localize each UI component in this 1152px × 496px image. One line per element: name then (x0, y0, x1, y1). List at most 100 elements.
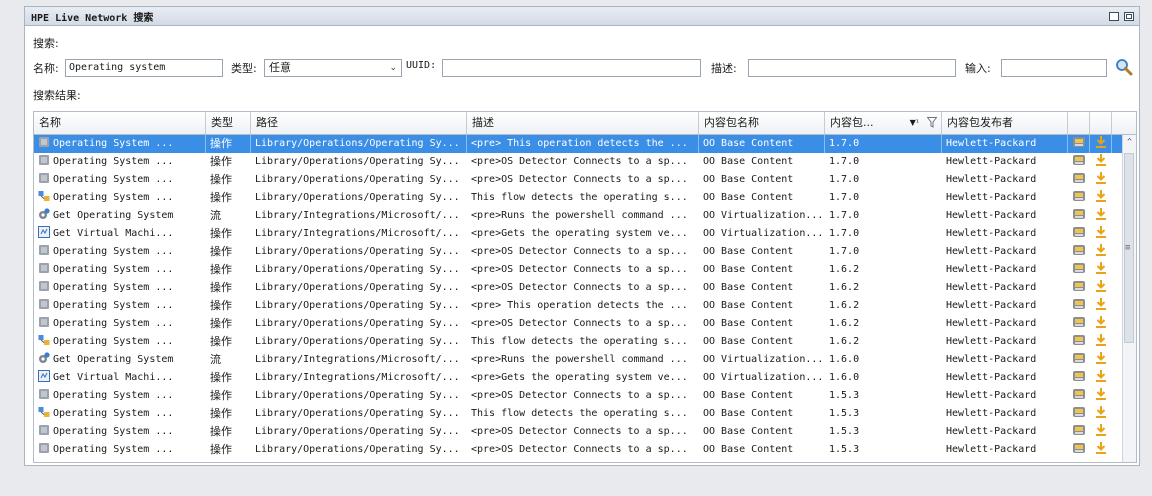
column-header-publisher[interactable]: 内容包发布者 (942, 112, 1068, 134)
download-icon[interactable] (1094, 243, 1108, 257)
cell-name: Operating System ... (34, 153, 206, 171)
content-pack-icon[interactable] (1072, 405, 1086, 419)
table-row[interactable]: Get Operating System 流 Library/Integration… (34, 207, 1124, 225)
download-icon[interactable] (1094, 441, 1108, 455)
table-row[interactable]: Operating System ... 操作 Library/Operations… (34, 135, 1124, 153)
download-icon[interactable] (1094, 297, 1108, 311)
download-icon[interactable] (1094, 153, 1108, 167)
table-row[interactable]: Get Operating System 流 Library/Integration… (34, 351, 1124, 369)
name-field[interactable]: Operating system (65, 59, 223, 77)
scroll-up-icon[interactable]: ^ (1123, 137, 1136, 146)
table-row[interactable]: Operating System ... 操作 Library/Operations… (34, 243, 1124, 261)
download-icon[interactable] (1094, 225, 1108, 239)
content-pack-icon[interactable] (1072, 243, 1086, 257)
download-icon[interactable] (1094, 315, 1108, 329)
content-pack-icon[interactable] (1072, 387, 1086, 401)
content-pack-icon[interactable] (1072, 153, 1086, 167)
cell-pack-version: 1.7.0 (825, 153, 942, 171)
download-icon[interactable] (1094, 207, 1108, 221)
description-field[interactable] (748, 59, 956, 77)
cell-name: Get Operating System (34, 207, 206, 225)
download-icon[interactable] (1094, 423, 1108, 437)
cell-pack-name-text: OO Base Content (703, 336, 794, 347)
content-pack-icon[interactable] (1072, 369, 1086, 383)
content-pack-icon[interactable] (1072, 333, 1086, 347)
column-header-path[interactable]: 路径 (251, 112, 467, 134)
cell-pack-name: OO Virtualization... (699, 207, 825, 225)
cell-name-text: Operating System ... (53, 156, 174, 167)
content-pack-icon[interactable] (1072, 171, 1086, 185)
table-row[interactable]: Operating System ... 操作 Library/Operations… (34, 189, 1124, 207)
column-header-pack-name[interactable]: 内容包名称 (699, 112, 825, 134)
table-row[interactable]: Get Virtual Machi... 操作 Library/Integratio… (34, 225, 1124, 243)
cell-action-pack (1068, 423, 1090, 441)
cell-path-text: Library/Operations/Operating Sy... (255, 318, 460, 329)
download-icon[interactable] (1094, 405, 1108, 419)
download-icon[interactable] (1094, 369, 1108, 383)
cell-action-pack (1068, 351, 1090, 369)
column-header-description[interactable]: 描述 (467, 112, 699, 134)
content-pack-icon[interactable] (1072, 225, 1086, 239)
cell-publisher: Hewlett-Packard (942, 153, 1068, 171)
column-header-name[interactable]: 名称 (34, 112, 206, 134)
cell-path-text: Library/Integrations/Microsoft/... (255, 228, 460, 239)
download-icon[interactable] (1094, 261, 1108, 275)
table-row[interactable]: Operating System ... 操作 Library/Operations… (34, 423, 1124, 441)
download-icon[interactable] (1094, 171, 1108, 185)
content-pack-icon[interactable] (1072, 441, 1086, 455)
cell-pack-version: 1.6.2 (825, 297, 942, 315)
content-pack-icon[interactable] (1072, 279, 1086, 293)
table-row[interactable]: Operating System ... 操作 Library/Operations… (34, 261, 1124, 279)
content-pack-icon[interactable] (1072, 315, 1086, 329)
download-icon[interactable] (1094, 189, 1108, 203)
vertical-scrollbar[interactable]: ^ ≡ (1122, 135, 1136, 462)
table-row[interactable]: Operating System ... 操作 Library/Operations… (34, 279, 1124, 297)
table-row[interactable]: Operating System ... 操作 Library/Operations… (34, 153, 1124, 171)
download-icon[interactable] (1094, 279, 1108, 293)
cell-pack-name: OO Base Content (699, 153, 825, 171)
content-pack-icon[interactable] (1072, 351, 1086, 365)
cell-pack-name: OO Base Content (699, 189, 825, 207)
content-pack-icon[interactable] (1072, 207, 1086, 221)
table-row[interactable]: Operating System ... 操作 Library/Operations… (34, 333, 1124, 351)
restore-button[interactable] (1124, 11, 1134, 21)
cell-publisher-text: Hewlett-Packard (946, 210, 1037, 221)
table-row[interactable]: Get Virtual Machi... 操作 Library/Integratio… (34, 369, 1124, 387)
table-row[interactable]: Operating System ... 操作 Library/Operations… (34, 405, 1124, 423)
cell-publisher-text: Hewlett-Packard (946, 390, 1037, 401)
cell-publisher-text: Hewlett-Packard (946, 246, 1037, 257)
column-header-type[interactable]: 类型 (206, 112, 251, 134)
uuid-field[interactable] (442, 59, 701, 77)
search-icon[interactable] (1115, 58, 1133, 76)
column-header-action-1 (1068, 112, 1090, 134)
download-icon[interactable] (1094, 351, 1108, 365)
cell-type-text: 操作 (210, 389, 232, 402)
cell-type: 操作 (206, 423, 251, 441)
content-pack-icon[interactable] (1072, 297, 1086, 311)
cell-name-text: Operating System ... (53, 408, 174, 419)
download-icon[interactable] (1094, 387, 1108, 401)
table-row[interactable]: Operating System ... 操作 Library/Operations… (34, 441, 1124, 459)
download-icon[interactable] (1094, 333, 1108, 347)
cell-name: Operating System ... (34, 135, 206, 153)
table-row[interactable]: Operating System ... 操作 Library/Operations… (34, 297, 1124, 315)
table-row[interactable]: Operating System ... 操作 Library/Operations… (34, 171, 1124, 189)
download-icon[interactable] (1094, 135, 1108, 149)
cell-path-text: Library/Operations/Operating Sy... (255, 156, 460, 167)
table-row[interactable]: Operating System ... 操作 Library/Operations… (34, 315, 1124, 333)
maximize-button[interactable] (1109, 11, 1119, 21)
column-header-pack-version[interactable]: 内容包... ▼¹ (825, 112, 942, 134)
cell-pack-name-text: OO Base Content (703, 282, 794, 293)
filter-icon[interactable] (927, 117, 937, 128)
cell-name: Operating System ... (34, 441, 206, 459)
content-pack-icon[interactable] (1072, 423, 1086, 437)
cell-action-download (1090, 387, 1112, 405)
cell-name-text: Operating System ... (53, 426, 174, 437)
content-pack-icon[interactable] (1072, 135, 1086, 149)
content-pack-icon[interactable] (1072, 261, 1086, 275)
content-pack-icon[interactable] (1072, 189, 1086, 203)
op-icon (39, 317, 49, 327)
input-field[interactable] (1001, 59, 1107, 77)
type-select[interactable]: 任意 ⌄ (264, 59, 402, 77)
table-row[interactable]: Operating System ... 操作 Library/Operations… (34, 387, 1124, 405)
